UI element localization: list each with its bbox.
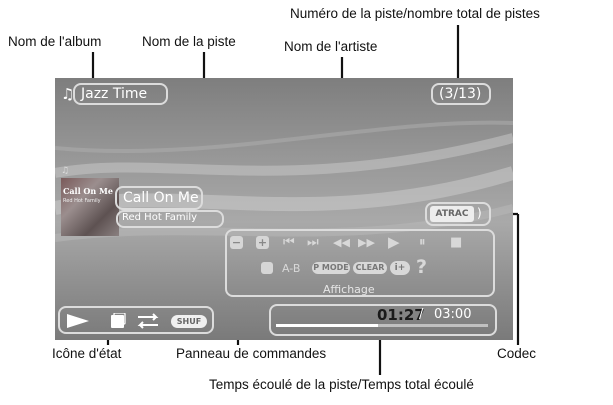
total-time: 03:00: [434, 307, 472, 322]
progress-fill: [276, 324, 378, 327]
artist-name: Red Hot Family: [122, 212, 198, 223]
callout-status-icon: Icône d'état: [52, 346, 122, 361]
progress-bar: [276, 324, 488, 327]
minus-button[interactable]: −: [230, 236, 243, 249]
callout-track-name: Nom de la piste: [142, 34, 236, 49]
ab-repeat-button[interactable]: A-B: [282, 263, 300, 274]
codec-sound-icon: ): [477, 206, 482, 220]
status-repeat-icon: [137, 313, 159, 329]
info-button[interactable]: i+: [390, 261, 410, 275]
help-button[interactable]: ?: [416, 258, 427, 277]
album-art-subtitle: Red Hot Family: [63, 198, 101, 204]
plus-button[interactable]: +: [256, 236, 269, 249]
callout-elapsed-total: Temps écoulé de la piste/Temps total éco…: [209, 377, 474, 392]
status-play-icon: [67, 314, 89, 328]
elapsed-time: 01:27: [377, 306, 425, 324]
pause-button[interactable]: ⏸: [419, 236, 426, 249]
callout-track-number: Numéro de la piste/nombre total de piste…: [290, 6, 540, 21]
album-name: Jazz Time: [81, 86, 148, 102]
display-button[interactable]: Affichage: [323, 284, 375, 295]
repeat-mode-button[interactable]: [261, 262, 273, 274]
status-square-icon: [111, 313, 126, 328]
prev-track-button[interactable]: ⏮: [283, 236, 295, 249]
pmode-button[interactable]: P MODE: [312, 262, 350, 274]
player-screen: ♫ Jazz Time (3/13) ♫ Call On Me Red Hot …: [55, 78, 513, 340]
track-counter: (3/13): [439, 86, 482, 102]
small-info-icon: ♫: [61, 166, 70, 176]
callout-album-name: Nom de l'album: [8, 34, 102, 49]
clear-button[interactable]: CLEAR: [353, 262, 387, 274]
track-title: Call On Me: [123, 190, 199, 206]
callout-codec: Codec: [497, 346, 537, 361]
play-button[interactable]: ▶: [388, 235, 400, 250]
callout-control-panel: Panneau de commandes: [176, 346, 327, 361]
time-separator: /: [419, 307, 424, 322]
album-art-title: Call On Me: [63, 186, 113, 196]
next-track-button[interactable]: ⏭: [307, 236, 319, 249]
rewind-button[interactable]: ◀◀: [333, 237, 350, 248]
stop-button[interactable]: ■: [450, 236, 462, 249]
fast-forward-button[interactable]: ▶▶: [358, 237, 375, 248]
album-art: Call On Me Red Hot Family: [61, 178, 119, 236]
shuffle-badge: SHUF: [171, 315, 207, 328]
codec-badge: ATRAC: [430, 206, 474, 222]
callout-artist-name: Nom de l'artiste: [284, 39, 378, 54]
